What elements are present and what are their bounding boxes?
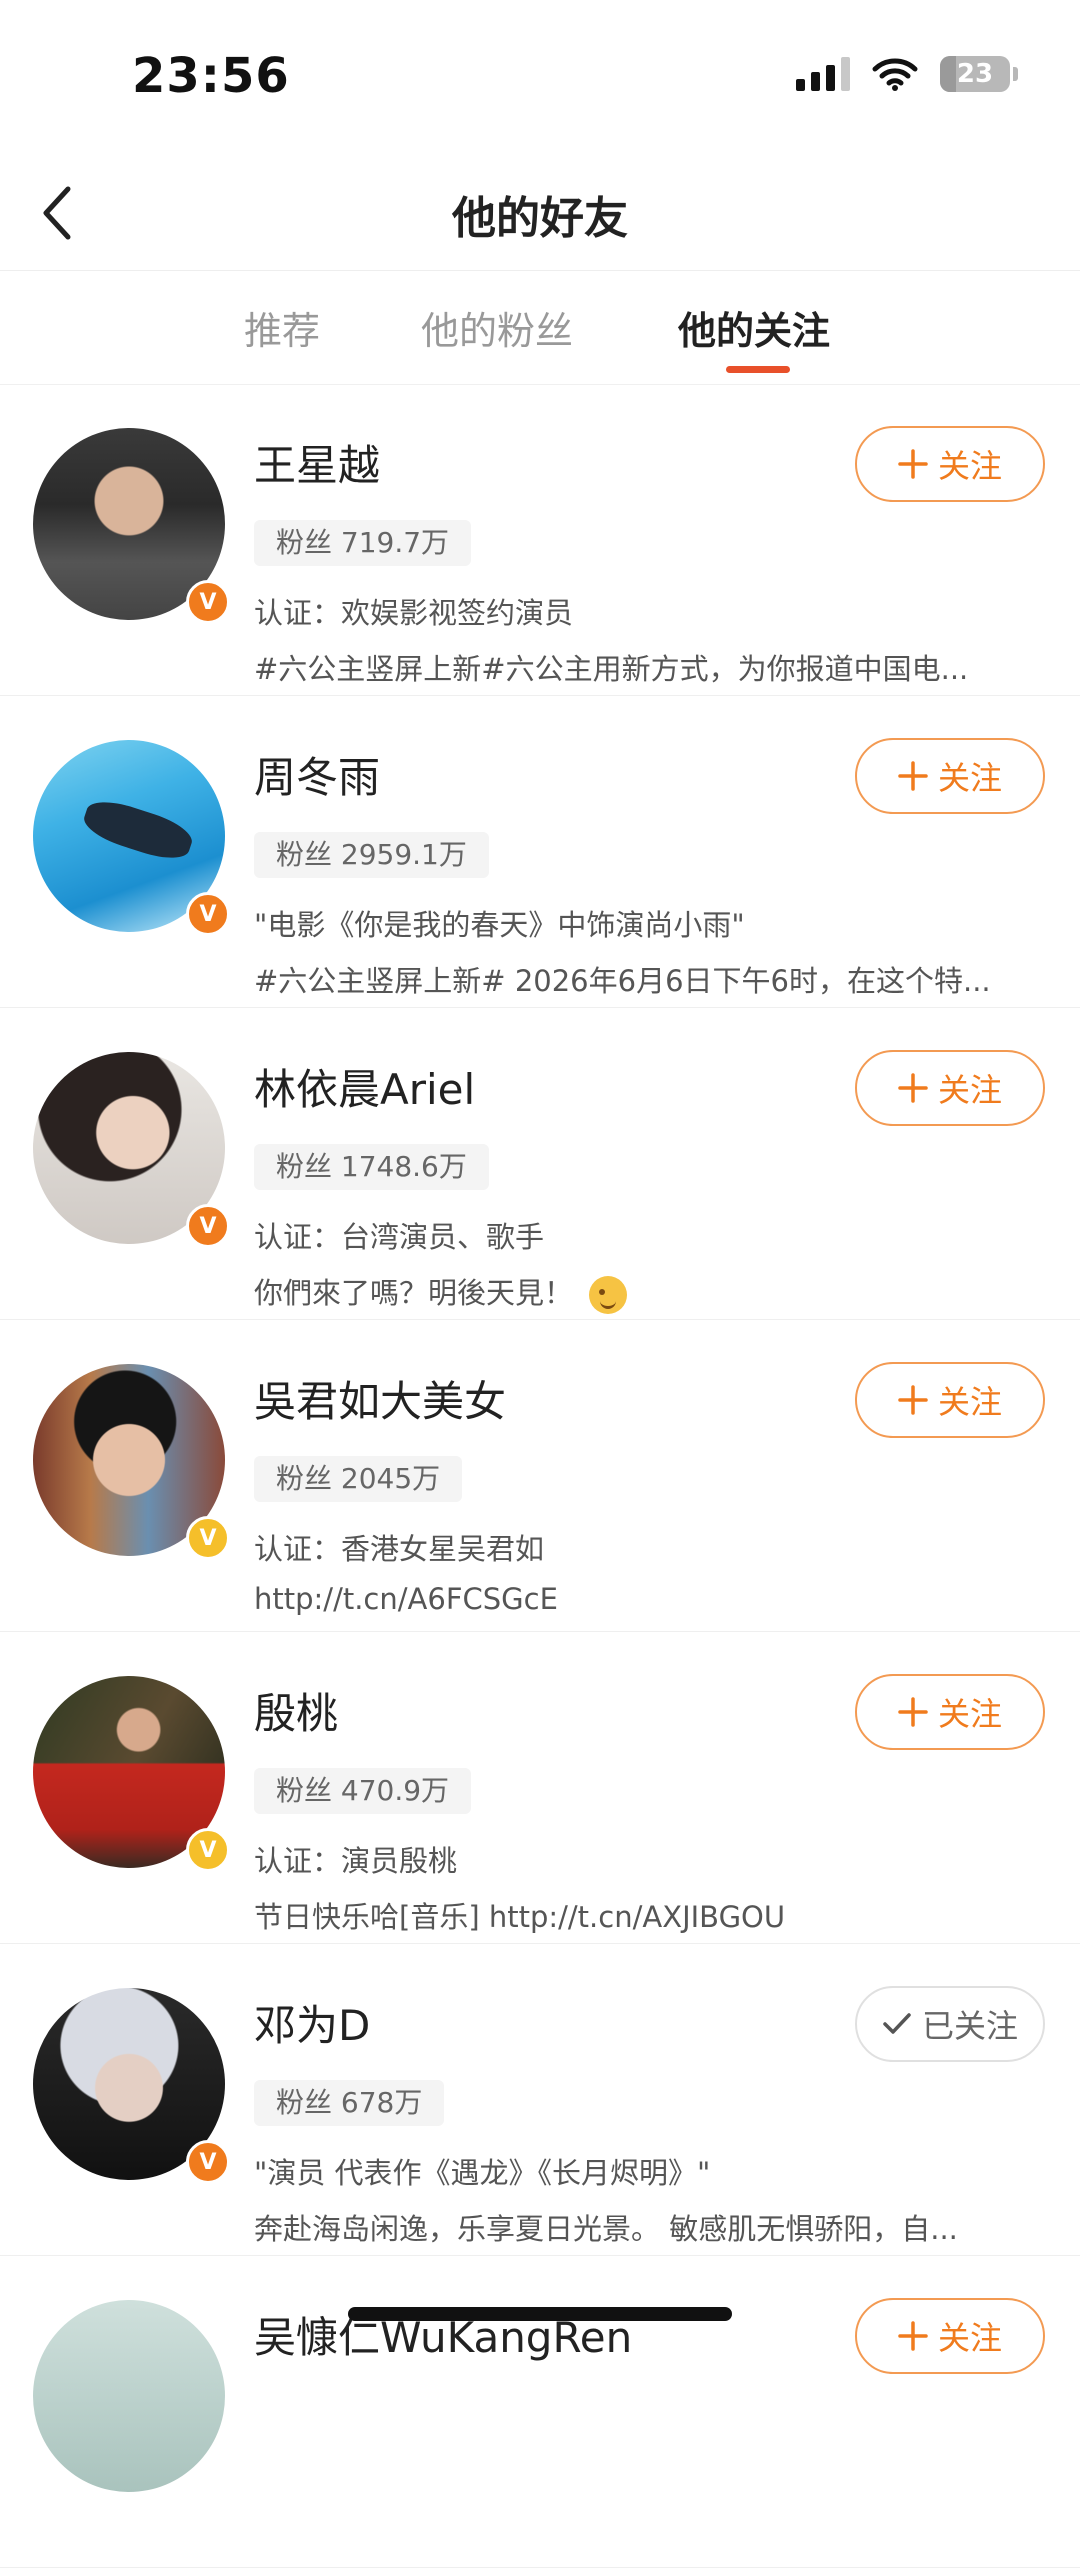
list-item[interactable]: V 吳君如大美女 粉丝 2045万 认证：香港女星吴君如 http://t.cn…	[0, 1320, 1080, 1632]
verified-badge-icon: V	[186, 1204, 230, 1248]
follow-button[interactable]: 关注	[855, 1674, 1045, 1750]
user-verification: 认证：香港女星吴君如	[254, 1532, 545, 1566]
tab-recommend[interactable]: 推荐	[244, 300, 320, 355]
follow-button[interactable]: 关注	[855, 1362, 1045, 1438]
user-name[interactable]: 吳君如大美女	[254, 1368, 506, 1429]
user-verification: 认证：演员殷桃	[254, 1844, 458, 1878]
tab-his-fans[interactable]: 他的粉丝	[421, 300, 573, 355]
user-verification: 认证：台湾演员、歌手	[254, 1220, 545, 1254]
wifi-icon	[872, 58, 918, 91]
verified-badge-icon: V	[186, 2140, 230, 2184]
user-name[interactable]: 殷桃	[254, 1680, 338, 1741]
follow-label: 关注	[937, 447, 1002, 485]
fans-count: 粉丝 2959.1万	[254, 832, 489, 878]
list-item[interactable]: 吴慷仁WuKangRen 关注	[0, 2256, 1080, 2568]
fans-count: 粉丝 1748.6万	[254, 1144, 489, 1190]
list-item[interactable]: V 邓为D 粉丝 678万 "演员 代表作《遇龙》《长月烬明》" 奔赴海岛闲逸，…	[0, 1944, 1080, 2256]
fans-count: 粉丝 2045万	[254, 1456, 463, 1502]
tab-his-following[interactable]: 他的关注	[678, 300, 830, 355]
post-text: 你們來了嗎？明後天見！	[254, 1276, 574, 1310]
follow-button[interactable]: 关注	[855, 426, 1045, 502]
latest-post[interactable]: 你們來了嗎？明後天見！	[254, 1270, 1044, 1314]
home-indicator[interactable]	[348, 2307, 732, 2321]
user-verification: "电影《你是我的春天》中饰演尚小雨"	[254, 908, 745, 942]
fans-count: 粉丝 719.7万	[254, 520, 472, 566]
tab-bar: 推荐 他的粉丝 他的关注	[0, 270, 1080, 385]
verified-badge-icon: V	[186, 892, 230, 936]
latest-post[interactable]: #六公主竖屏上新# 2026年6月6日下午6时，在这个特...	[254, 958, 1044, 1000]
status-icons: 23	[796, 56, 1018, 92]
follow-label: 关注	[937, 759, 1002, 797]
battery-level	[940, 56, 957, 92]
cellular-signal-icon	[796, 57, 850, 91]
wink-emoji-icon	[589, 1276, 628, 1314]
user-verification: "演员 代表作《遇龙》《长月烬明》"	[254, 2156, 711, 2190]
latest-post[interactable]: #六公主竖屏上新#六公主用新方式，为你报道中国电...	[254, 646, 1044, 688]
follow-label: 关注	[937, 1383, 1002, 1421]
battery-percent: 23	[956, 59, 994, 89]
page-title: 他的好友	[452, 193, 628, 244]
nav-bar: 他的好友	[0, 160, 1080, 271]
user-list: V 王星越 粉丝 719.7万 认证：欢娱影视签约演员 #六公主竖屏上新#六公主…	[0, 384, 1080, 2568]
plus-icon	[898, 1073, 928, 1103]
plus-icon	[898, 1385, 928, 1415]
user-name[interactable]: 邓为D	[254, 1992, 370, 2053]
followed-label: 已关注	[921, 2007, 1018, 2045]
followed-button[interactable]: 已关注	[855, 1986, 1045, 2062]
plus-icon	[898, 2321, 928, 2351]
list-item[interactable]: V 周冬雨 粉丝 2959.1万 "电影《你是我的春天》中饰演尚小雨" #六公主…	[0, 696, 1080, 1008]
plus-icon	[898, 1697, 928, 1727]
follow-button[interactable]: 关注	[855, 1050, 1045, 1126]
avatar[interactable]	[33, 2300, 225, 2492]
follow-label: 关注	[937, 1695, 1002, 1733]
fans-count: 粉丝 678万	[254, 2080, 445, 2126]
list-item[interactable]: V 林依晨Ariel 粉丝 1748.6万 认证：台湾演员、歌手 你們來了嗎？明…	[0, 1008, 1080, 1320]
verified-badge-icon: V	[186, 1828, 230, 1872]
plus-icon	[898, 449, 928, 479]
checkmark-icon	[883, 2013, 911, 2034]
list-item[interactable]: V 殷桃 粉丝 470.9万 认证：演员殷桃 节日快乐哈[音乐] http://…	[0, 1632, 1080, 1944]
battery-icon: 23	[940, 56, 1018, 92]
follow-label: 关注	[937, 2319, 1002, 2357]
user-name[interactable]: 王星越	[254, 432, 380, 493]
fans-count: 粉丝 470.9万	[254, 1768, 472, 1814]
follow-label: 关注	[937, 1071, 1002, 1109]
latest-post[interactable]: 节日快乐哈[音乐] http://t.cn/AXJIBGOU	[254, 1894, 1044, 1936]
verified-badge-icon: V	[186, 580, 230, 624]
latest-post[interactable]: 奔赴海岛闲逸，乐享夏日光景。 敏感肌无惧骄阳，自...	[254, 2206, 1044, 2248]
status-bar: 23:56 23	[0, 0, 1080, 150]
tab-active-indicator	[726, 366, 790, 373]
user-name[interactable]: 周冬雨	[254, 744, 380, 805]
latest-post[interactable]: http://t.cn/A6FCSGcE	[254, 1582, 1044, 1616]
verified-badge-icon: V	[186, 1516, 230, 1560]
follow-button[interactable]: 关注	[855, 738, 1045, 814]
follow-button[interactable]: 关注	[855, 2298, 1045, 2374]
status-time: 23:56	[132, 48, 290, 104]
list-item[interactable]: V 王星越 粉丝 719.7万 认证：欢娱影视签约演员 #六公主竖屏上新#六公主…	[0, 384, 1080, 696]
user-verification: 认证：欢娱影视签约演员	[254, 596, 574, 630]
plus-icon	[898, 761, 928, 791]
user-name[interactable]: 林依晨Ariel	[254, 1056, 475, 1117]
